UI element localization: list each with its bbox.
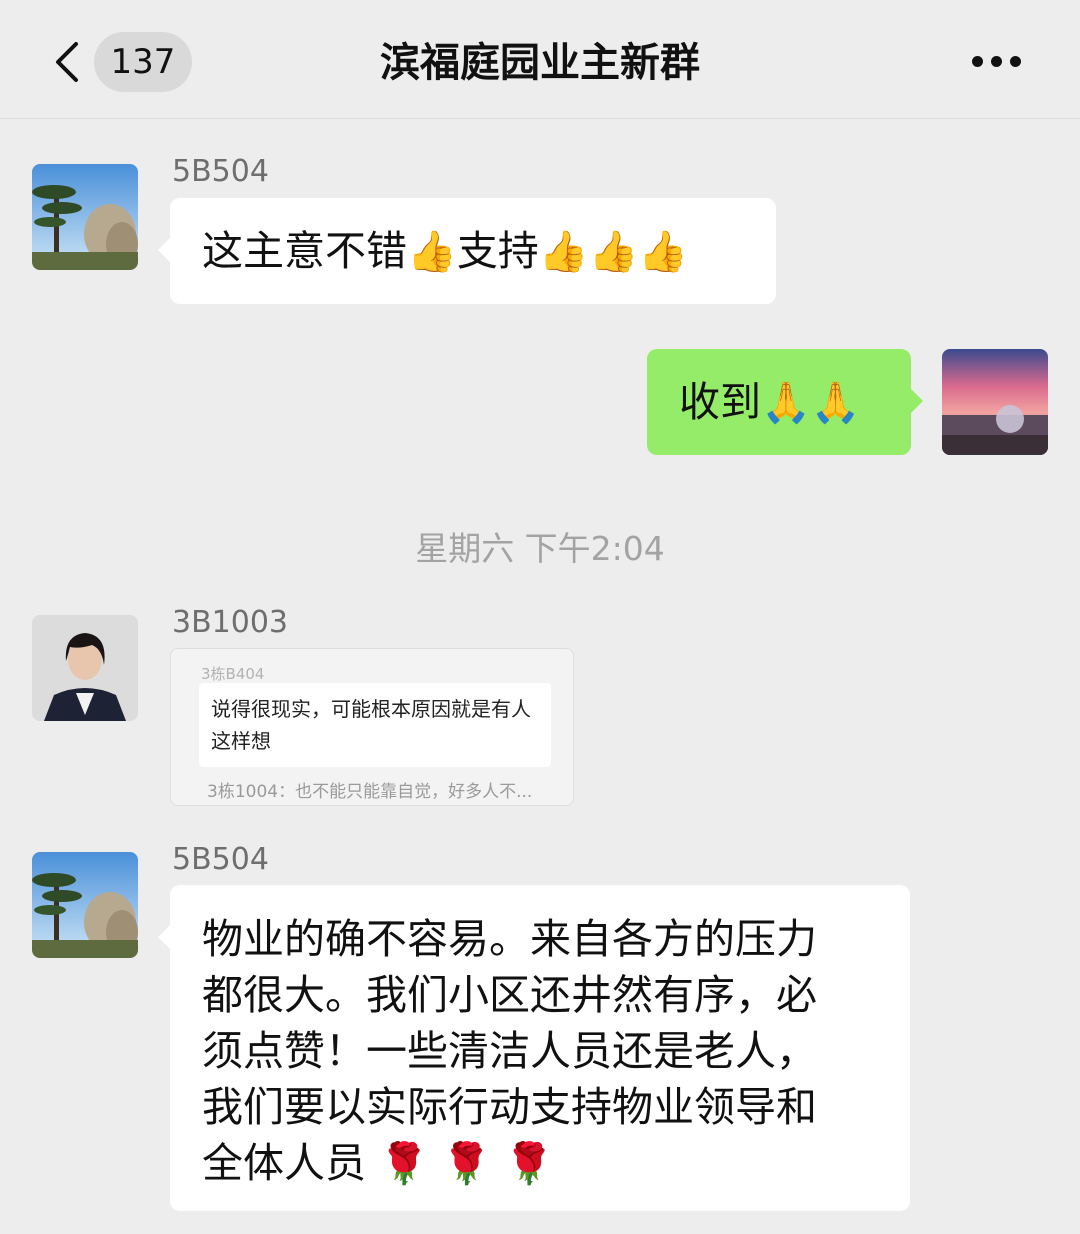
unread-count-badge: 137 <box>94 32 192 92</box>
landscape-avatar-image <box>32 164 138 270</box>
my-message-bubble[interactable]: 收到🙏🙏 <box>647 349 923 455</box>
thumbs-up-emoji: 👍 <box>407 229 457 275</box>
message-timestamp: 星期六 下午2:04 <box>415 529 665 568</box>
landscape-avatar-image <box>32 852 138 958</box>
more-dot-icon <box>972 56 983 67</box>
message-text: 这主意不错 <box>202 227 407 275</box>
message-line: 物业的确不容易。来自各方的压力 <box>202 915 817 963</box>
avatar-3b1003[interactable] <box>32 615 138 721</box>
sender-name: 5B504 <box>172 842 269 877</box>
message-text: 支持 <box>456 227 539 275</box>
back-button[interactable]: 137 <box>40 30 200 94</box>
message-text: 收到 <box>679 378 761 426</box>
portrait-avatar-image <box>32 615 138 721</box>
quoted-message-card[interactable]: 3栋B404 说得很现实，可能根本原因就是有人这样想 3栋1004：也不能只能靠… <box>170 648 574 806</box>
message-line: 全体人员 🌹 🌹 🌹 <box>202 1135 890 1192</box>
message-line: 须点赞！一些清洁人员还是老人， <box>202 1027 817 1075</box>
sender-name: 3B1003 <box>172 605 289 640</box>
quote-body: 说得很现实，可能根本原因就是有人这样想 <box>199 683 551 767</box>
quote-source: 3栋B404 <box>201 665 265 683</box>
avatar-5b504[interactable] <box>32 164 138 270</box>
rose-emoji: 🌹 🌹 🌹 <box>379 1141 554 1187</box>
more-dot-icon <box>1010 56 1021 67</box>
more-options-button[interactable] <box>960 40 1030 80</box>
chevron-left-icon <box>56 42 78 82</box>
chat-title: 滨福庭园业主新群 <box>380 40 700 86</box>
more-dot-icon <box>991 56 1002 67</box>
folded-hands-emoji: 🙏🙏 <box>761 380 861 426</box>
sender-name: 5B504 <box>172 154 269 189</box>
thumbs-up-emoji: 👍👍👍 <box>538 229 689 275</box>
sunset-avatar-image <box>942 349 1048 455</box>
message-bubble[interactable]: 这主意不错👍支持👍👍👍 <box>158 198 776 304</box>
message-line: 我们要以实际行动支持物业领导和 <box>202 1083 817 1131</box>
chat-header: 137 滨福庭园业主新群 <box>0 0 1080 119</box>
message-bubble[interactable]: 物业的确不容易。来自各方的压力 都很大。我们小区还井然有序，必 须点赞！一些清洁… <box>158 885 910 1211</box>
avatar-5b504[interactable] <box>32 852 138 958</box>
message-line: 都很大。我们小区还井然有序，必 <box>202 971 817 1019</box>
message-text: 全体人员 <box>202 1139 366 1187</box>
quote-reply-preview: 3栋1004：也不能只能靠自觉，好多人不... <box>207 782 533 802</box>
my-avatar[interactable] <box>942 349 1048 455</box>
